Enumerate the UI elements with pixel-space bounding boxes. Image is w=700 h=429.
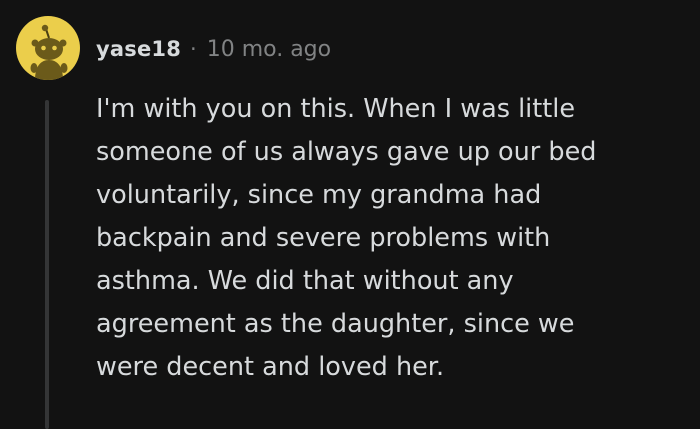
thread-collapse-line[interactable]	[45, 100, 49, 429]
username-link[interactable]: yase18	[96, 37, 181, 61]
comment-body-line: someone of us always gave up our bed	[96, 137, 597, 167]
comment-body-line: I'm with you on this. When I was little	[96, 94, 576, 124]
comment-body-line: agreement as the daughter, since we	[96, 309, 575, 339]
snoo-avatar-icon	[30, 24, 68, 80]
comment-body-line: backpain and severe problems with	[96, 223, 551, 253]
comment-body-line: voluntarily, since my grandma had	[96, 180, 542, 210]
timestamp-link[interactable]: 10 mo. ago	[207, 37, 331, 62]
comment: yase18 · 10 mo. ago I'm with you on this…	[0, 0, 700, 429]
meta-separator: ·	[190, 37, 197, 61]
comment-body: I'm with you on this. When I was little …	[96, 88, 696, 389]
comment-body-line: were decent and loved her.	[96, 352, 445, 382]
comment-body-line: asthma. We did that without any	[96, 266, 514, 296]
comment-meta: yase18 · 10 mo. ago	[96, 33, 331, 65]
avatar[interactable]	[16, 16, 80, 80]
